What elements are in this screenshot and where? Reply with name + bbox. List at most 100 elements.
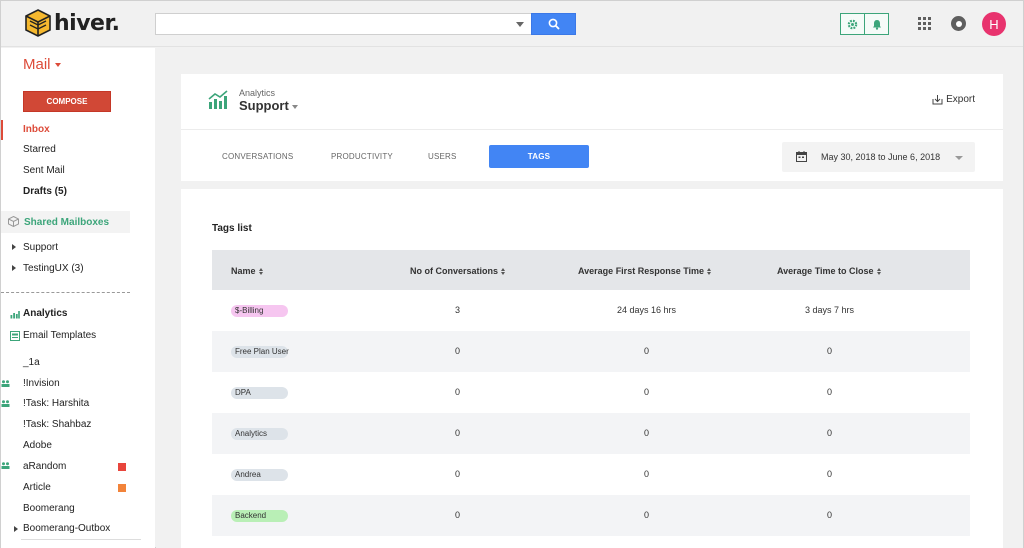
time-to-close-cell: 0 [827, 346, 833, 356]
expand-triangle-icon[interactable] [14, 526, 18, 532]
sidebar-bottom-divider [21, 539, 141, 540]
tab-productivity[interactable]: PRODUCTIVITY [331, 152, 393, 161]
sidebar-item-drafts[interactable]: Drafts (5) [23, 186, 67, 197]
avatar[interactable]: H [982, 12, 1006, 36]
sidebar-label-article[interactable]: Article [23, 482, 51, 493]
top-bar: hiver. H [1, 1, 1023, 47]
export-label: Export [946, 94, 975, 105]
export-button[interactable]: Export [932, 94, 975, 105]
tab-tags[interactable]: TAGS [489, 145, 589, 168]
analytics-header-card: Analytics Support Export [181, 74, 1003, 129]
table-row[interactable]: Free Plan User 0 0 0 [212, 331, 970, 372]
column-header-label: Name [231, 266, 256, 276]
sidebar-label-1a[interactable]: _1a [23, 357, 40, 368]
conversations-cell: 0 [455, 510, 461, 520]
tags-list-card: Tags list Name No of Conversations Avera… [181, 189, 1003, 548]
sidebar-item-starred[interactable]: Starred [23, 144, 56, 155]
chevron-down-icon [291, 104, 298, 109]
tags-list-title: Tags list [212, 223, 252, 234]
mail-menu[interactable]: Mail [23, 56, 61, 73]
shared-mailboxes-header[interactable]: Shared Mailboxes [1, 211, 130, 233]
time-to-close-cell: 0 [827, 428, 833, 438]
shared-mailboxes-label: Shared Mailboxes [24, 217, 110, 228]
chevron-down-icon [955, 156, 963, 160]
hiver-logo-text: hiver. [54, 10, 120, 36]
hiver-notifications-button[interactable] [864, 14, 888, 34]
search-icon [548, 18, 560, 30]
sidebar-item-support[interactable]: Support [23, 242, 58, 253]
notifications-icon[interactable] [951, 16, 966, 31]
column-header-label: No of Conversations [410, 266, 499, 276]
shared-label-people-icon [1, 380, 10, 387]
label-color-swatch[interactable] [118, 484, 126, 492]
calendar-icon [796, 151, 807, 162]
tab-conversations[interactable]: CONVERSATIONS [222, 152, 293, 161]
sidebar-label-task-shahbaz[interactable]: !Task: Shahbaz [23, 419, 91, 430]
search-options-caret-icon[interactable] [516, 22, 524, 27]
hiver-extension-buttons [840, 13, 889, 35]
sidebar-label-task-harshita[interactable]: !Task: Harshita [23, 398, 89, 409]
tag-pill[interactable]: $-Billing [231, 305, 288, 317]
conversations-cell: 0 [455, 469, 461, 479]
tag-pill[interactable]: Analytics [231, 428, 288, 440]
conversations-cell: 3 [455, 305, 461, 315]
table-header: Name No of Conversations Average First R… [212, 250, 970, 290]
analytics-chart-icon [208, 90, 228, 109]
hiver-cube-icon [25, 9, 51, 37]
sidebar-item-inbox[interactable]: Inbox [23, 124, 50, 135]
date-range-picker[interactable]: May 30, 2018 to June 6, 2018 [782, 142, 975, 172]
apps-grid-icon[interactable] [918, 17, 931, 30]
tag-pill[interactable]: Backend [231, 510, 288, 522]
mailbox-selector[interactable]: Support [239, 98, 298, 113]
expand-triangle-icon[interactable] [12, 244, 16, 250]
inbox-active-indicator [1, 120, 3, 140]
table-row[interactable]: DPA 0 0 0 [212, 372, 970, 413]
sidebar-label-adobe[interactable]: Adobe [23, 440, 52, 451]
hiver-settings-button[interactable] [841, 14, 864, 34]
hiver-logo[interactable]: hiver. [25, 9, 120, 37]
column-header-conversations[interactable]: No of Conversations [410, 266, 506, 276]
first-response-cell: 0 [644, 469, 650, 479]
sidebar-item-sent-mail[interactable]: Sent Mail [23, 165, 65, 176]
sidebar-label-invision[interactable]: !Invision [23, 378, 60, 389]
tag-pill[interactable]: Andrea [231, 469, 288, 481]
first-response-cell: 0 [644, 387, 650, 397]
analytics-chart-icon [10, 311, 20, 319]
tab-users[interactable]: USERS [428, 152, 457, 161]
table-row[interactable]: Analytics 0 0 0 [212, 413, 970, 454]
sidebar-item-email-templates[interactable]: Email Templates [23, 330, 96, 341]
column-header-first-response[interactable]: Average First Response Time [578, 266, 712, 276]
conversations-cell: 0 [455, 387, 461, 397]
sidebar-label-arandom[interactable]: aRandom [23, 461, 66, 472]
mail-menu-label: Mail [23, 56, 51, 73]
search-button[interactable] [531, 13, 576, 35]
compose-button[interactable]: COMPOSE [23, 91, 111, 112]
table-row[interactable]: Andrea 0 0 0 [212, 454, 970, 495]
sidebar-label-boomerang-outbox[interactable]: Boomerang-Outbox [23, 523, 110, 534]
email-templates-icon [10, 331, 20, 341]
column-header-label: Average First Response Time [578, 266, 705, 276]
time-to-close-cell: 0 [827, 469, 833, 479]
sort-icon [258, 267, 264, 276]
label-color-swatch[interactable] [118, 463, 126, 471]
table-row[interactable]: Backend 0 0 0 [212, 495, 970, 536]
mail-menu-caret-icon [54, 63, 61, 68]
tag-pill[interactable]: Free Plan User [231, 346, 289, 358]
column-header-name[interactable]: Name [231, 266, 264, 276]
expand-triangle-icon[interactable] [12, 265, 16, 271]
time-to-close-cell: 0 [827, 387, 833, 397]
sidebar-item-analytics[interactable]: Analytics [23, 308, 67, 319]
table-row[interactable]: $-Billing 3 24 days 16 hrs 3 days 7 hrs [212, 290, 970, 331]
sort-icon [501, 267, 506, 276]
shared-label-people-icon [1, 400, 10, 407]
gear-icon [847, 19, 858, 29]
sidebar-divider [1, 292, 130, 293]
tag-pill[interactable]: DPA [231, 387, 288, 399]
sidebar-item-testingux[interactable]: TestingUX (3) [23, 263, 84, 274]
conversations-cell: 0 [455, 346, 461, 356]
column-header-time-to-close[interactable]: Average Time to Close [777, 266, 882, 276]
date-range-value: May 30, 2018 to June 6, 2018 [821, 152, 941, 162]
first-response-cell: 24 days 16 hrs [617, 305, 677, 315]
search-input[interactable] [155, 13, 531, 35]
sidebar-label-boomerang[interactable]: Boomerang [23, 503, 75, 514]
